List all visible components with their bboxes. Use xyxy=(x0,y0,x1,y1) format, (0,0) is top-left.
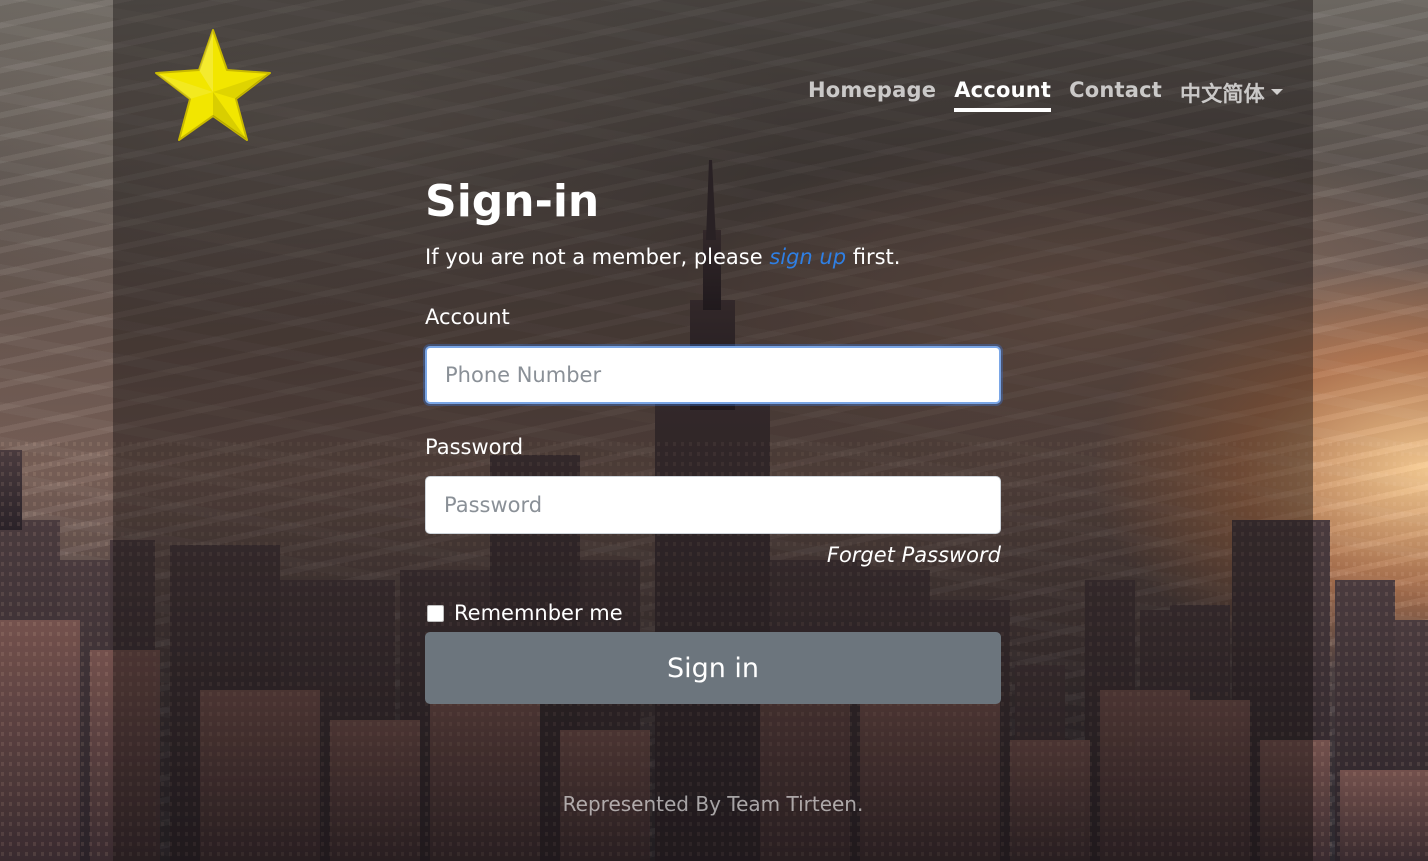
forget-password-link[interactable]: Forget Password xyxy=(425,540,1001,570)
signin-button[interactable]: Sign in xyxy=(425,632,1001,704)
signup-prompt: If you are not a member, please sign up … xyxy=(425,242,1001,272)
nav-account[interactable]: Account xyxy=(954,78,1052,112)
password-label: Password xyxy=(425,435,524,459)
background-cityscape: Homepage Account Contact 中文简体 Sign-in If… xyxy=(0,0,1428,861)
account-label: Account xyxy=(425,305,510,329)
main-nav: Homepage Account Contact 中文简体 xyxy=(808,78,1283,126)
phone-number-input[interactable] xyxy=(425,346,1001,404)
star-icon[interactable] xyxy=(152,26,274,148)
language-dropdown[interactable]: 中文简体 xyxy=(1180,78,1283,114)
footer-text: Represented By Team Tirteen. xyxy=(562,792,864,816)
signin-form: Sign-in If you are not a member, please … xyxy=(425,170,1001,704)
signup-link[interactable]: sign up xyxy=(769,245,846,269)
remember-me-checkbox[interactable] xyxy=(427,604,444,622)
nav-homepage[interactable]: Homepage xyxy=(808,78,936,108)
remember-me-row: Rememnber me xyxy=(425,598,1001,628)
signup-prompt-suffix: first. xyxy=(846,245,901,269)
password-input[interactable] xyxy=(425,476,1001,534)
signup-prompt-prefix: If you are not a member, please xyxy=(425,245,770,269)
language-label: 中文简体 xyxy=(1180,82,1265,106)
nav-contact[interactable]: Contact xyxy=(1069,78,1162,108)
caret-down-icon xyxy=(1270,89,1283,95)
page-title: Sign-in xyxy=(425,176,600,227)
remember-me-label[interactable]: Rememnber me xyxy=(454,601,623,625)
